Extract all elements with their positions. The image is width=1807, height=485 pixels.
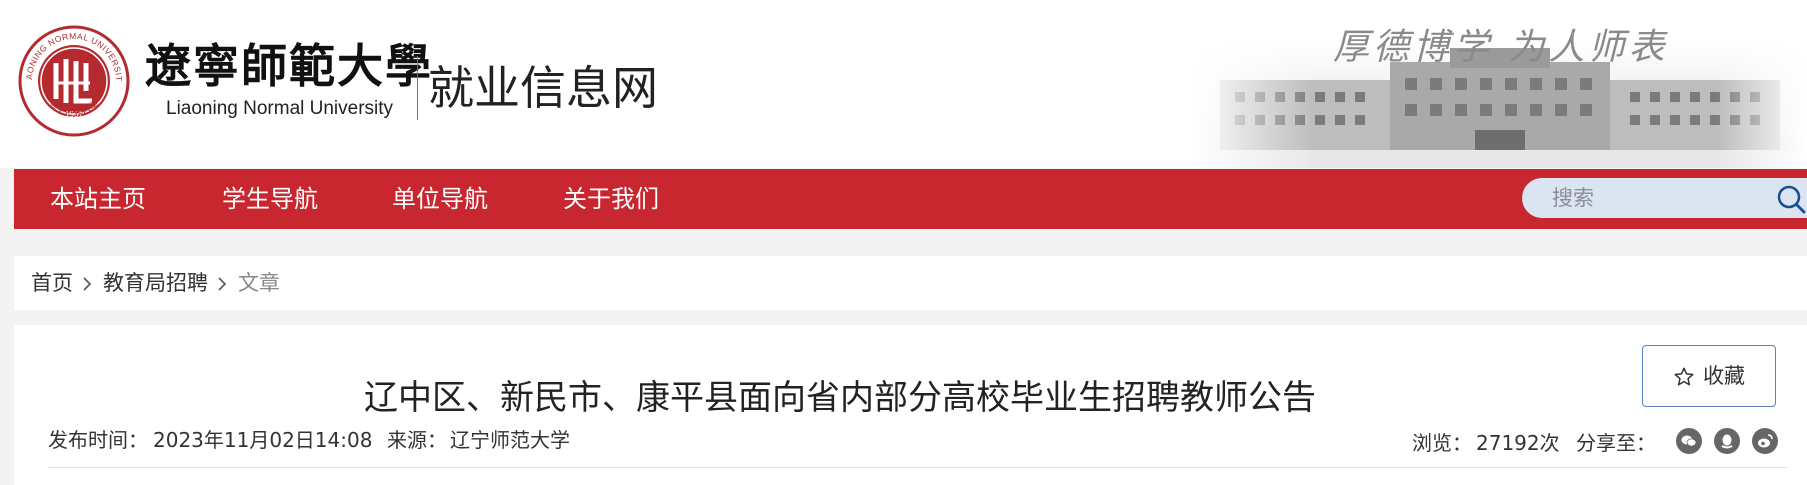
nav-about-us[interactable]: 关于我们 (563, 169, 659, 229)
article-title: 辽中区、新民市、康平县面向省内部分高校毕业生招聘教师公告 (364, 378, 1316, 418)
source: 辽宁师范大学 (450, 428, 570, 452)
qq-icon[interactable] (1714, 428, 1740, 454)
source-label: 来源： (387, 428, 447, 452)
breadcrumb-home[interactable]: 首页 (31, 256, 73, 310)
favorite-label: 收藏 (1703, 364, 1745, 388)
nav-student-guide[interactable]: 学生导航 (222, 169, 318, 229)
views-label: 浏览： (1412, 431, 1472, 455)
school-name-cn: 遼寧師範大學 (145, 39, 433, 93)
main-navbar: 本站主页 学生导航 单位导航 关于我们 (14, 169, 1807, 229)
nav-home[interactable]: 本站主页 (50, 169, 146, 229)
university-seal-logo[interactable]: 1951 LIAONING NORMAL UNIVERSITY 遼寧師範大學 (18, 25, 130, 137)
site-title: 就业信息网 (428, 61, 658, 115)
breadcrumb: 首页 教育局招聘 文章 (14, 256, 1807, 310)
chevron-right-icon (218, 277, 227, 291)
favorite-button[interactable]: 收藏 (1642, 345, 1776, 407)
university-motto: 厚德博学 为人师表 (1333, 27, 1669, 68)
share-label: 分享至： (1576, 431, 1656, 455)
weibo-icon[interactable] (1752, 428, 1778, 454)
article-panel: 辽中区、新民市、康平县面向省内部分高校毕业生招聘教师公告 收藏 发布时间： 20… (14, 325, 1807, 485)
nav-employer-guide[interactable]: 单位导航 (392, 169, 488, 229)
breadcrumb-category[interactable]: 教育局招聘 (103, 256, 208, 310)
star-icon (1674, 367, 1694, 386)
meta-divider (48, 467, 1788, 468)
site-header: 1951 LIAONING NORMAL UNIVERSITY 遼寧師範大學 遼… (0, 0, 1807, 168)
publish-time-label: 发布时间： (48, 428, 148, 452)
views-count: 27192次 (1476, 431, 1560, 455)
search-icon[interactable] (1776, 184, 1806, 214)
publish-time: 2023年11月02日14:08 (153, 428, 373, 452)
breadcrumb-current: 文章 (238, 271, 280, 295)
school-name-en: Liaoning Normal University (166, 98, 394, 119)
wechat-icon[interactable] (1676, 428, 1702, 454)
search-box (1522, 178, 1807, 218)
search-input[interactable] (1522, 178, 1772, 218)
chevron-right-icon (83, 277, 92, 291)
title-divider (417, 56, 418, 120)
